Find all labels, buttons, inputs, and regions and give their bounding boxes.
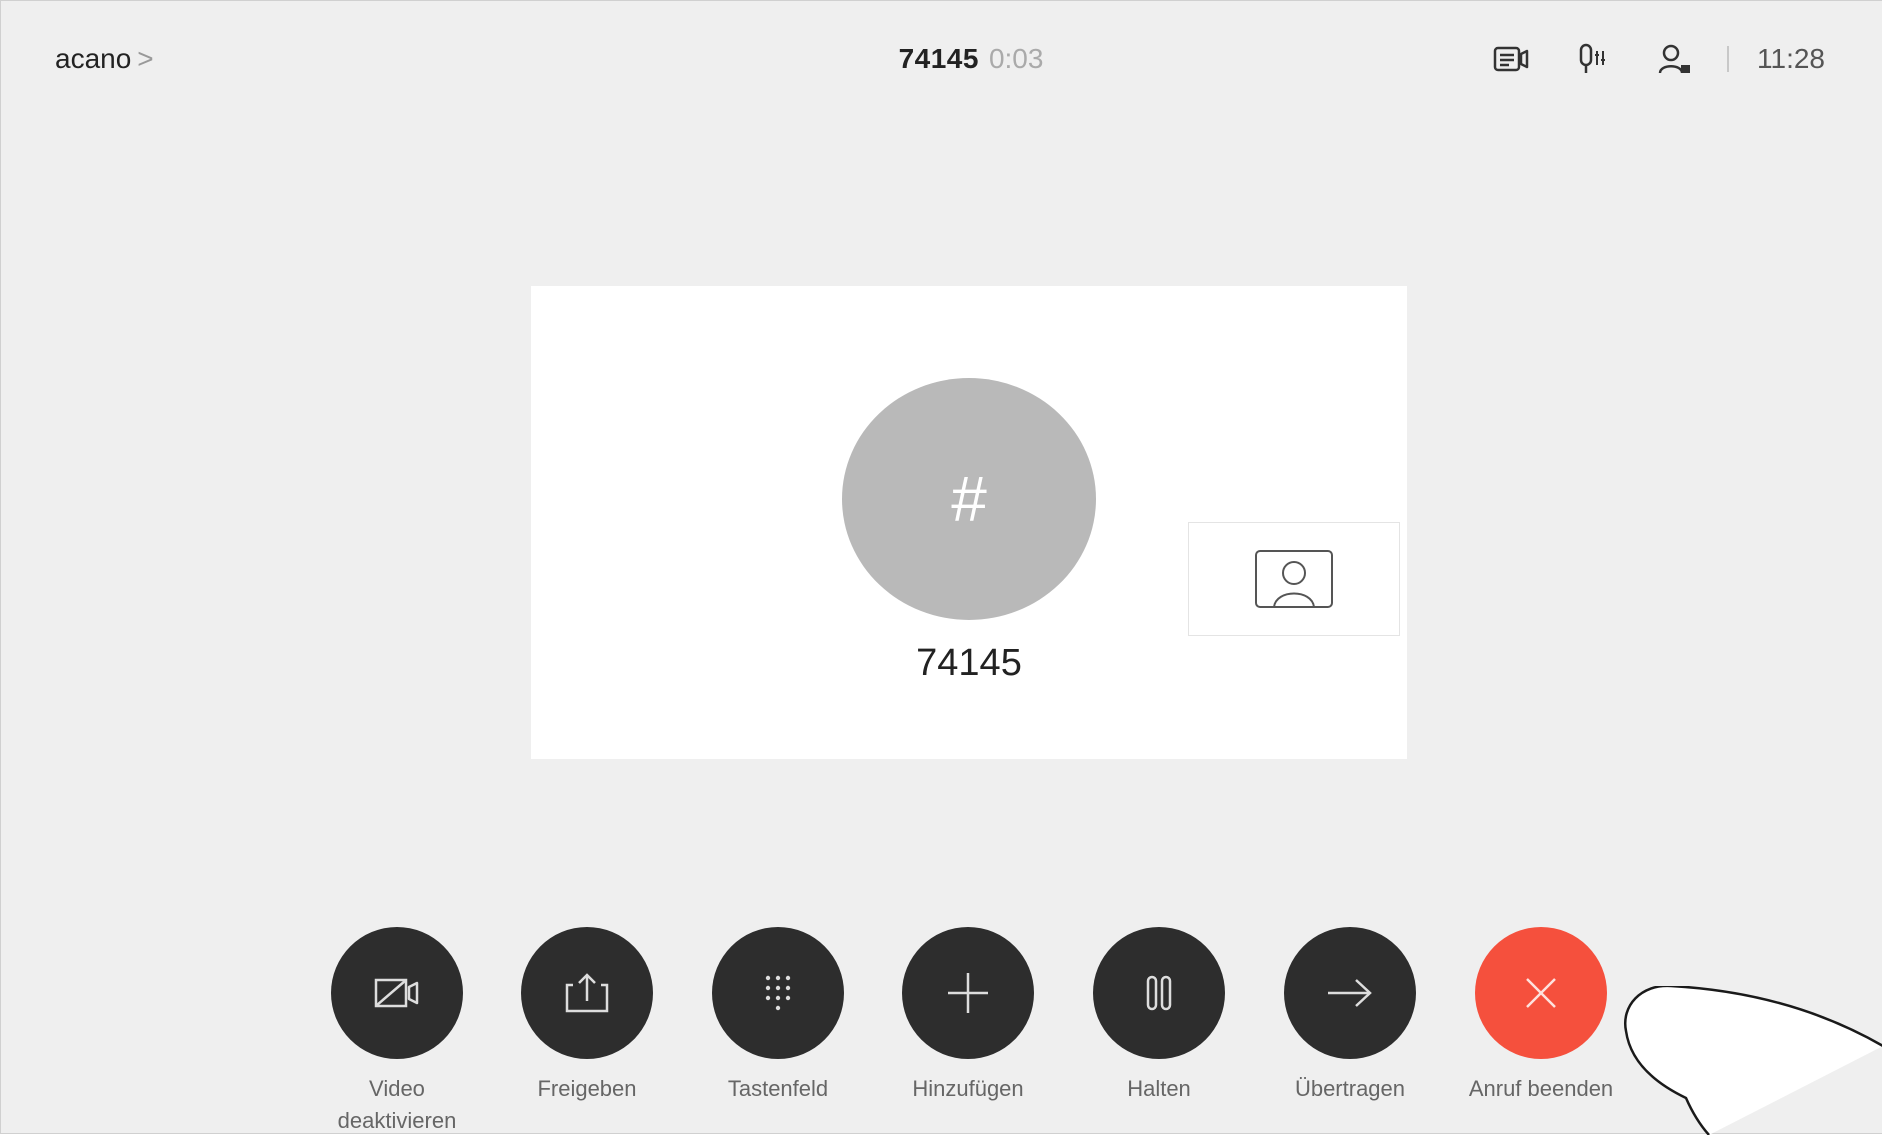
call-number: 74145 [898, 43, 979, 74]
pause-icon[interactable] [1093, 927, 1225, 1059]
pointing-hand-icon [1623, 986, 1882, 1135]
call-card: # 74145 [531, 286, 1407, 759]
self-view[interactable] [1188, 522, 1400, 636]
add-button[interactable]: Hinzufügen [883, 927, 1053, 1105]
hash-icon: # [951, 463, 987, 535]
hold-button[interactable]: Halten [1074, 927, 1244, 1105]
hold-label: Halten [1127, 1076, 1191, 1101]
transfer-button[interactable]: Übertragen [1265, 927, 1435, 1105]
end-call-label: Anruf beenden [1468, 1076, 1614, 1101]
call-screen: acano > 74145 0:03 11:28 # 74145 Video d… [0, 0, 1882, 1137]
share-button[interactable]: Freigeben [502, 927, 672, 1105]
avatar: # [842, 378, 1096, 620]
arrow-right-icon[interactable] [1284, 927, 1416, 1059]
video-off-label: Video deaktivieren [337, 1076, 457, 1133]
status-bar: 11:28 [1491, 41, 1825, 77]
participant-name: 74145 [916, 642, 1022, 684]
close-icon[interactable] [1475, 927, 1607, 1059]
video-off-icon[interactable] [331, 927, 463, 1059]
add-label: Hinzufügen [912, 1076, 1024, 1101]
clock: 11:28 [1757, 43, 1825, 74]
mic-settings-icon[interactable] [1573, 41, 1613, 77]
share-label: Freigeben [537, 1076, 637, 1101]
call-duration: 0:03 [988, 43, 1044, 74]
camera-control-icon[interactable] [1491, 41, 1531, 77]
plus-icon[interactable] [902, 927, 1034, 1059]
participants-icon[interactable] [1655, 41, 1695, 77]
transfer-label: Übertragen [1294, 1076, 1406, 1101]
person-icon [1255, 550, 1333, 608]
keypad-button[interactable]: Tastenfeld [693, 927, 863, 1105]
video-off-button[interactable]: Video deaktivieren [312, 927, 482, 1137]
divider [1727, 46, 1729, 72]
keypad-label: Tastenfeld [727, 1076, 829, 1101]
share-icon[interactable] [521, 927, 653, 1059]
keypad-icon[interactable] [712, 927, 844, 1059]
